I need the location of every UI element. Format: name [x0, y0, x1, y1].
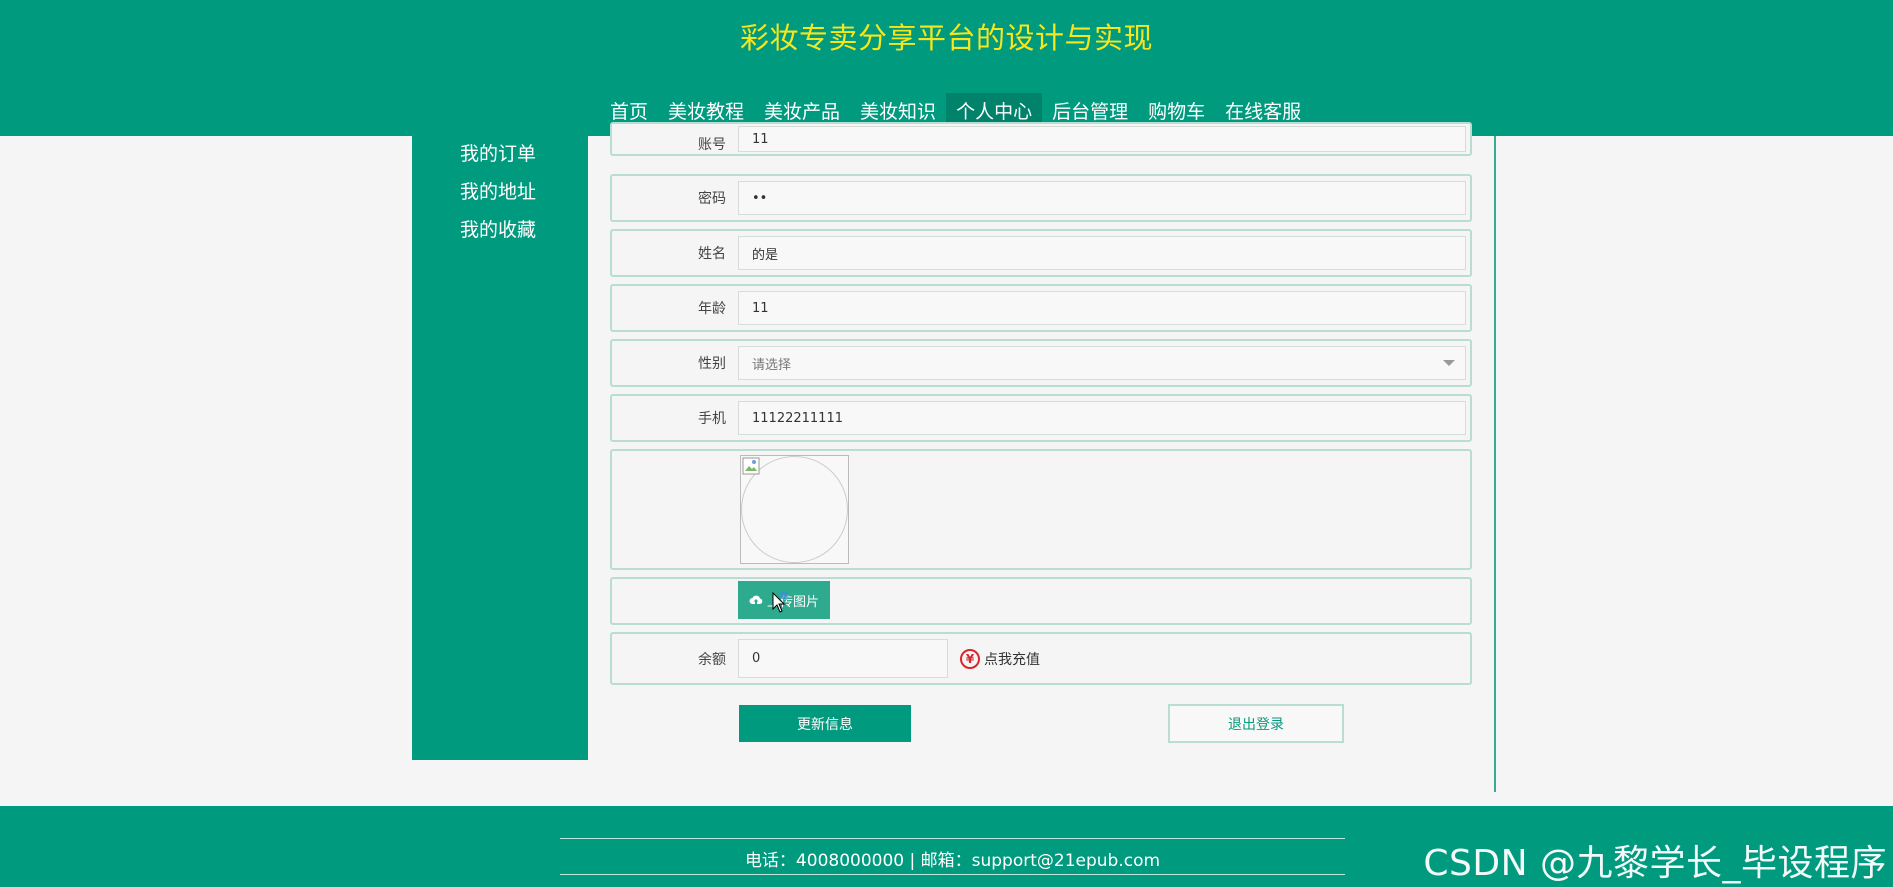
- password-value: ••: [752, 190, 768, 206]
- account-value: 11: [752, 131, 769, 147]
- password-row: 密码 ••: [610, 174, 1472, 222]
- account-input[interactable]: 11: [738, 126, 1466, 152]
- sidebar-item-orders[interactable]: 我的订单: [460, 139, 536, 166]
- age-input[interactable]: 11: [738, 291, 1466, 325]
- account-label: 账号: [698, 137, 726, 153]
- age-row: 年龄 11: [610, 284, 1472, 332]
- avatar-row: [610, 449, 1472, 570]
- phone-row: 手机 11122211111: [610, 394, 1472, 442]
- yen-icon: ¥: [960, 648, 980, 669]
- phone-value: 11122211111: [752, 410, 843, 426]
- balance-input[interactable]: 0: [738, 639, 948, 678]
- logout-button[interactable]: 退出登录: [1168, 704, 1344, 743]
- sidebar-item-favorites[interactable]: 我的收藏: [460, 215, 536, 242]
- broken-image-icon: [742, 457, 760, 475]
- footer-divider-top: [560, 838, 1345, 839]
- dropdown-arrow-icon: [1443, 360, 1455, 366]
- site-header: 彩妆专卖分享平台的设计与实现 首页 美妆教程 美妆产品 美妆知识 个人中心 后台…: [0, 0, 1893, 136]
- account-row: 账号 11: [610, 122, 1472, 156]
- content-divider: [1494, 136, 1496, 792]
- site-title: 彩妆专卖分享平台的设计与实现: [739, 21, 1153, 55]
- footer-divider-bottom: [560, 874, 1345, 875]
- balance-row: 余额 0 ¥ 点我充值: [610, 632, 1472, 685]
- gender-label: 性别: [698, 356, 726, 372]
- sidebar: 我的订单 我的地址 我的收藏: [412, 136, 588, 760]
- phone-input[interactable]: 11122211111: [738, 401, 1466, 435]
- name-label: 姓名: [698, 246, 726, 262]
- name-row: 姓名 的是: [610, 229, 1472, 277]
- avatar-preview: [740, 455, 849, 564]
- password-label: 密码: [698, 191, 726, 207]
- balance-value: 0: [752, 651, 761, 666]
- upload-row: 上传图片: [610, 577, 1472, 625]
- gender-select[interactable]: 请选择: [738, 346, 1466, 380]
- upload-cloud-icon: [749, 595, 763, 604]
- age-value: 11: [752, 300, 769, 316]
- password-input[interactable]: ••: [738, 181, 1466, 215]
- phone-label: 手机: [698, 411, 726, 427]
- watermark: CSDN @九黎学长_毕设程序: [1423, 843, 1887, 884]
- recharge-label: 点我充值: [984, 651, 1040, 668]
- sidebar-item-addresses[interactable]: 我的地址: [460, 177, 536, 204]
- site-footer: 电话：4008000000 | 邮箱：support@21epub.com CS…: [0, 806, 1893, 887]
- balance-label: 余额: [698, 651, 726, 668]
- name-value: 的是: [752, 247, 779, 263]
- recharge-link[interactable]: ¥ 点我充值: [960, 648, 1040, 669]
- name-input[interactable]: 的是: [738, 236, 1466, 270]
- footer-contact: 电话：4008000000 | 邮箱：support@21epub.com: [744, 851, 1161, 871]
- cursor-icon: [772, 592, 788, 613]
- gender-row: 性别 请选择: [610, 339, 1472, 387]
- age-label: 年龄: [698, 301, 726, 317]
- update-info-button[interactable]: 更新信息: [739, 705, 911, 742]
- gender-placeholder: 请选择: [752, 357, 792, 373]
